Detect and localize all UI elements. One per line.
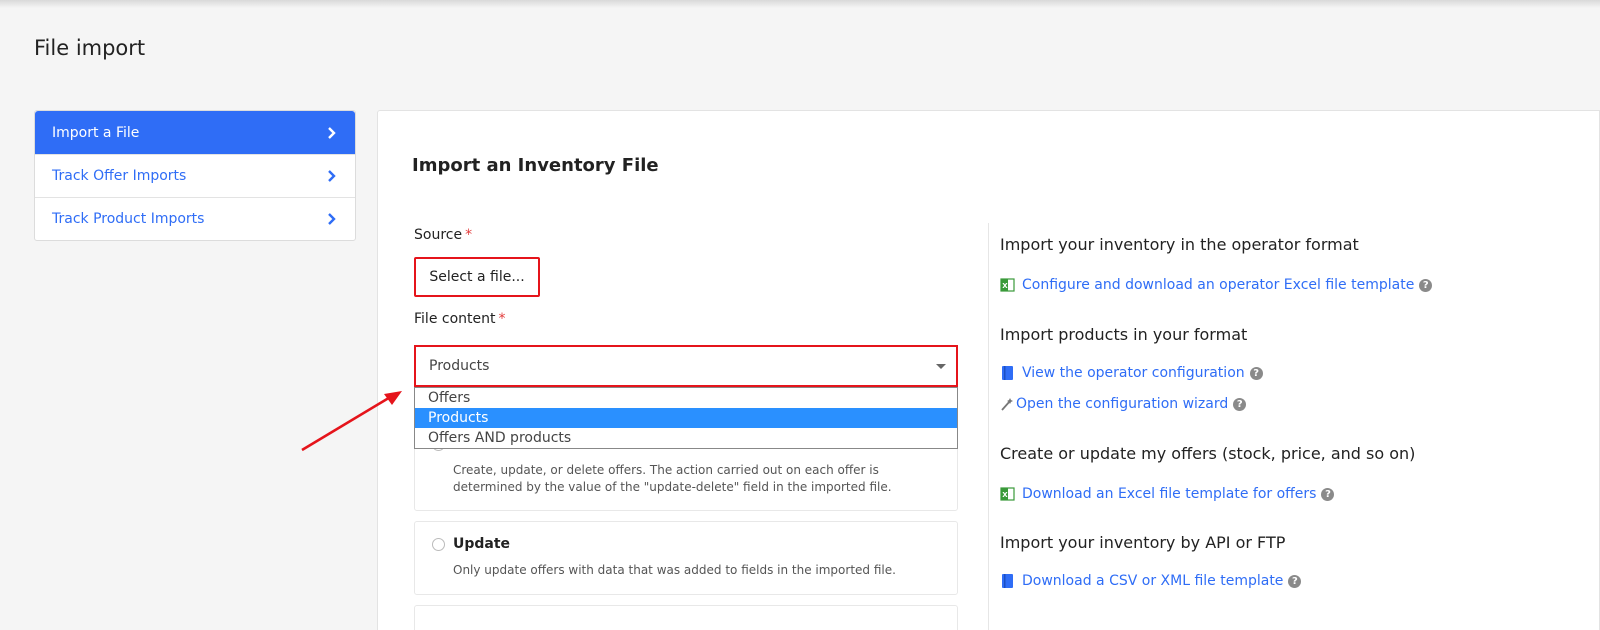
select-file-button[interactable]: Select a file...	[414, 257, 540, 297]
chevron-right-icon	[325, 126, 339, 140]
view-operator-config-link[interactable]: View the operator configuration ?	[1000, 365, 1263, 381]
excel-icon: X	[1000, 277, 1016, 293]
download-csv-xml-template-link[interactable]: Download a CSV or XML file template ?	[1000, 573, 1302, 589]
excel-icon: X	[1000, 486, 1016, 502]
configure-excel-template-link[interactable]: X Configure and download an operator Exc…	[1000, 277, 1433, 293]
option-products[interactable]: Products	[415, 408, 957, 428]
caret-down-icon	[936, 363, 946, 369]
radio-card-next[interactable]	[414, 605, 958, 630]
radio-title: Update	[453, 536, 511, 552]
book-icon	[1000, 365, 1016, 381]
help-icon[interactable]: ?	[1233, 397, 1247, 411]
sidebar-item-track-offer-imports[interactable]: Track Offer Imports	[35, 154, 355, 197]
required-marker: *	[498, 311, 506, 327]
annotation-arrow	[301, 391, 402, 452]
section-heading: Import products in your format	[1000, 325, 1248, 344]
chevron-right-icon	[325, 169, 339, 183]
file-content-select[interactable]: Products	[414, 345, 958, 387]
section-heading: Import your inventory in the operator fo…	[1000, 235, 1359, 254]
sidebar-item-import-a-file[interactable]: Import a File	[35, 111, 355, 154]
help-icon[interactable]: ?	[1288, 574, 1302, 588]
help-icon[interactable]: ?	[1419, 278, 1433, 292]
chevron-right-icon	[325, 212, 339, 226]
file-content-label: File content *	[414, 311, 506, 327]
help-icon[interactable]: ?	[1321, 487, 1335, 501]
option-offers-and-products[interactable]: Offers AND products	[415, 428, 957, 448]
option-offers[interactable]: Offers	[415, 388, 957, 408]
column-divider	[988, 223, 989, 630]
section-heading: Import your inventory by API or FTP	[1000, 533, 1286, 552]
sidebar-item-label: Track Product Imports	[52, 211, 205, 227]
sidebar-item-track-product-imports[interactable]: Track Product Imports	[35, 197, 355, 240]
svg-text:X: X	[1002, 282, 1008, 290]
page-title: File import	[34, 36, 146, 60]
radio-description: Create, update, or delete offers. The ac…	[453, 463, 892, 494]
source-label: Source *	[414, 227, 473, 243]
svg-text:X: X	[1002, 491, 1008, 499]
radio-card-update[interactable]: Update Only update offers with data that…	[414, 521, 958, 595]
radio-description: Only update offers with data that was ad…	[453, 563, 896, 577]
required-marker: *	[465, 227, 473, 243]
selected-value: Products	[429, 358, 490, 374]
sidebar-item-label: Track Offer Imports	[52, 168, 187, 184]
section-heading: Create or update my offers (stock, price…	[1000, 444, 1416, 463]
panel-title: Import an Inventory File	[412, 155, 659, 176]
open-config-wizard-link[interactable]: Open the configuration wizard ?	[1000, 396, 1247, 412]
radio-update[interactable]	[432, 538, 445, 551]
sidebar: Import a File Track Offer Imports Track …	[34, 110, 356, 241]
wand-icon	[1000, 396, 1013, 412]
book-icon	[1000, 573, 1016, 589]
download-offers-template-link[interactable]: X Download an Excel file template for of…	[1000, 486, 1335, 502]
file-content-dropdown: Offers Products Offers AND products	[414, 387, 958, 449]
import-panel: Import an Inventory File Source * Select …	[377, 110, 1600, 630]
top-bar-shadow	[0, 0, 1600, 8]
help-icon[interactable]: ?	[1249, 366, 1263, 380]
sidebar-item-label: Import a File	[52, 124, 140, 141]
